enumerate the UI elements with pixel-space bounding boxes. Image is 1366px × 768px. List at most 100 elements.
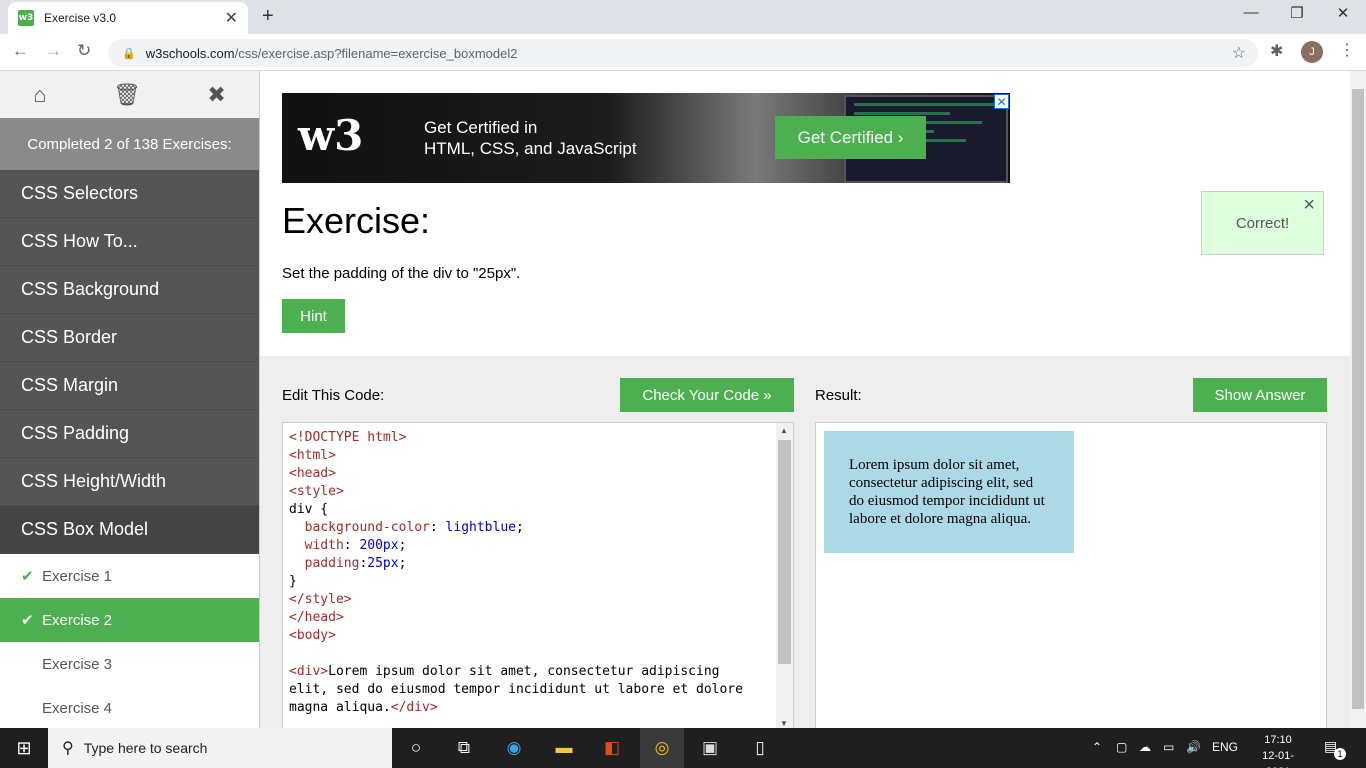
search-placeholder: Type here to search: [83, 740, 208, 756]
new-tab-icon[interactable]: +: [262, 5, 274, 28]
show-answer-button[interactable]: Show Answer: [1193, 378, 1327, 412]
battery-icon[interactable]: ▭: [1163, 740, 1174, 754]
home-icon[interactable]: ⌂: [33, 82, 46, 108]
code-text[interactable]: <!DOCTYPE html> <html> <head> <style> div { …: [289, 429, 743, 717]
bookmark-star-icon[interactable]: ☆: [1232, 43, 1246, 63]
extensions-icon[interactable]: ✱: [1270, 41, 1283, 61]
category-css-box-model[interactable]: CSS Box Model: [0, 506, 259, 554]
document-icon[interactable]: ▯: [748, 736, 772, 760]
browser-tab[interactable]: w3 Exercise v3.0 ✕: [8, 2, 248, 34]
url-input[interactable]: 🔒 w3schools.com/css/exercise.asp?filenam…: [108, 39, 1258, 67]
exercise-item-3[interactable]: Exercise 3: [0, 642, 259, 686]
lock-icon: 🔒: [122, 47, 136, 60]
maximize-icon[interactable]: ❐: [1274, 4, 1320, 22]
volume-icon[interactable]: 🔊: [1186, 740, 1201, 754]
exercise-item-1[interactable]: ✔ Exercise 1: [0, 554, 259, 598]
code-line: elit, sed do eiusmod tempor incididunt u…: [289, 682, 743, 697]
page-scrollbar[interactable]: [1350, 71, 1366, 728]
cortana-icon[interactable]: ○: [404, 736, 428, 760]
category-css-selectors[interactable]: CSS Selectors: [0, 170, 259, 218]
code-line: <body>: [289, 628, 336, 643]
browser-tab-bar: w3 Exercise v3.0 ✕ + — ❐ ✕: [0, 0, 1366, 34]
result-div: Lorem ipsum dolor sit amet, consectetur …: [824, 431, 1074, 553]
reload-icon[interactable]: ↻: [77, 41, 91, 61]
back-icon[interactable]: ←: [12, 41, 29, 61]
banner-line-1: Get Certified in: [424, 118, 538, 137]
close-notice-icon[interactable]: ×: [1303, 194, 1315, 217]
chrome-icon[interactable]: ◎: [640, 728, 684, 768]
tab-title: Exercise v3.0: [44, 11, 117, 25]
checkmark-icon: ✔: [21, 612, 34, 629]
category-css-margin[interactable]: CSS Margin: [0, 362, 259, 410]
windows-start-icon[interactable]: ⊞: [0, 728, 48, 768]
exercise-title: Exercise:: [282, 200, 431, 241]
exercise-sidebar: ⌂ 🗑 ✖ Completed 2 of 138 Exercises: CSS …: [0, 71, 260, 728]
ad-close-icon[interactable]: ✕: [994, 94, 1009, 109]
hint-button[interactable]: Hint: [282, 299, 345, 333]
office-icon[interactable]: ◧: [600, 736, 624, 760]
close-sidebar-icon[interactable]: ✖: [207, 82, 225, 108]
editor-scroll-thumb[interactable]: [778, 440, 791, 664]
page-scroll-thumb[interactable]: [1352, 89, 1364, 709]
get-certified-button[interactable]: Get Certified ›: [775, 116, 926, 159]
code-line: padding:25px;: [304, 556, 407, 571]
onedrive-icon[interactable]: ☁: [1139, 740, 1151, 754]
code-line: width: 200px;: [304, 538, 407, 553]
category-css-padding[interactable]: CSS Padding: [0, 410, 259, 458]
clock-time: 17:10: [1264, 734, 1292, 746]
taskbar-search-input[interactable]: ⚲ Type here to search: [48, 728, 392, 768]
file-explorer-icon[interactable]: ▬: [552, 736, 576, 760]
task-view-icon[interactable]: ⧉: [452, 736, 476, 760]
windows-taskbar: ⊞ ⚲ Type here to search ○ ⧉ ◉ ▬ ◧ ◎ ▣ ▯ …: [0, 728, 1366, 768]
category-css-how-to[interactable]: CSS How To...: [0, 218, 259, 266]
category-css-border[interactable]: CSS Border: [0, 314, 259, 362]
banner-line-2: HTML, CSS, and JavaScript: [424, 139, 637, 158]
w3schools-favicon-icon: w3: [18, 10, 34, 26]
browser-menu-icon[interactable]: ⋮: [1339, 40, 1355, 60]
certification-ad-banner[interactable]: w3 Get Certified in HTML, CSS, and JavaS…: [282, 93, 1010, 183]
trash-icon[interactable]: 🗑: [113, 82, 141, 108]
category-css-background[interactable]: CSS Background: [0, 266, 259, 314]
code-line: </head>: [289, 610, 344, 625]
clock-date: 12-01-2021: [1262, 750, 1294, 768]
meet-now-icon[interactable]: ▢: [1116, 740, 1127, 754]
exercise-item-2[interactable]: ✔ Exercise 2: [0, 598, 259, 642]
store-icon[interactable]: ▣: [698, 736, 722, 760]
edge-icon[interactable]: ◉: [502, 736, 526, 760]
close-window-icon[interactable]: ✕: [1320, 4, 1366, 22]
code-line: <style>: [289, 484, 344, 499]
code-line: div {: [289, 502, 329, 517]
scroll-up-icon[interactable]: ▲: [780, 426, 788, 435]
editor-scrollbar[interactable]: ▲ ▼: [776, 423, 793, 728]
exercise-label: Exercise 3: [42, 655, 113, 673]
w3-logo: w3: [298, 111, 364, 160]
result-label: Result:: [815, 387, 862, 404]
code-line: <html>: [289, 448, 336, 463]
url-domain: w3schools.com: [145, 45, 235, 61]
forward-icon[interactable]: →: [45, 41, 62, 61]
checkmark-icon: ✔: [21, 568, 34, 585]
exercise-label: Exercise 4: [42, 699, 113, 717]
language-indicator[interactable]: ENG: [1212, 740, 1238, 754]
close-tab-icon[interactable]: ✕: [225, 8, 238, 28]
exercise-label: Exercise 2: [42, 611, 113, 629]
result-frame: Lorem ipsum dolor sit amet, consectetur …: [815, 422, 1327, 728]
correct-message: Correct!: [1235, 214, 1290, 232]
code-editor[interactable]: <!DOCTYPE html> <html> <head> <style> div { …: [282, 422, 794, 728]
exercise-item-4[interactable]: Exercise 4: [0, 686, 259, 728]
code-workarea: Edit This Code: Check Your Code » Result…: [260, 356, 1350, 728]
profile-avatar[interactable]: J: [1301, 41, 1323, 63]
code-line: <head>: [289, 466, 336, 481]
code-line: }: [289, 574, 297, 589]
code-line: <!DOCTYPE html>: [289, 430, 407, 445]
scroll-down-icon[interactable]: ▼: [780, 719, 788, 728]
notification-count-badge: 1: [1334, 748, 1346, 760]
exercise-instruction: Set the padding of the div to "25px".: [282, 265, 521, 282]
check-code-button[interactable]: Check Your Code »: [620, 378, 794, 412]
show-hidden-icons-icon[interactable]: ⌃: [1092, 740, 1102, 754]
taskbar-clock[interactable]: 17:10 12-01-2021: [1250, 732, 1306, 768]
minimize-icon[interactable]: —: [1228, 4, 1274, 21]
category-css-height-width[interactable]: CSS Height/Width: [0, 458, 259, 506]
url-path: /css/exercise.asp?filename=exercise_boxm…: [234, 45, 518, 61]
search-icon: ⚲: [62, 740, 74, 757]
